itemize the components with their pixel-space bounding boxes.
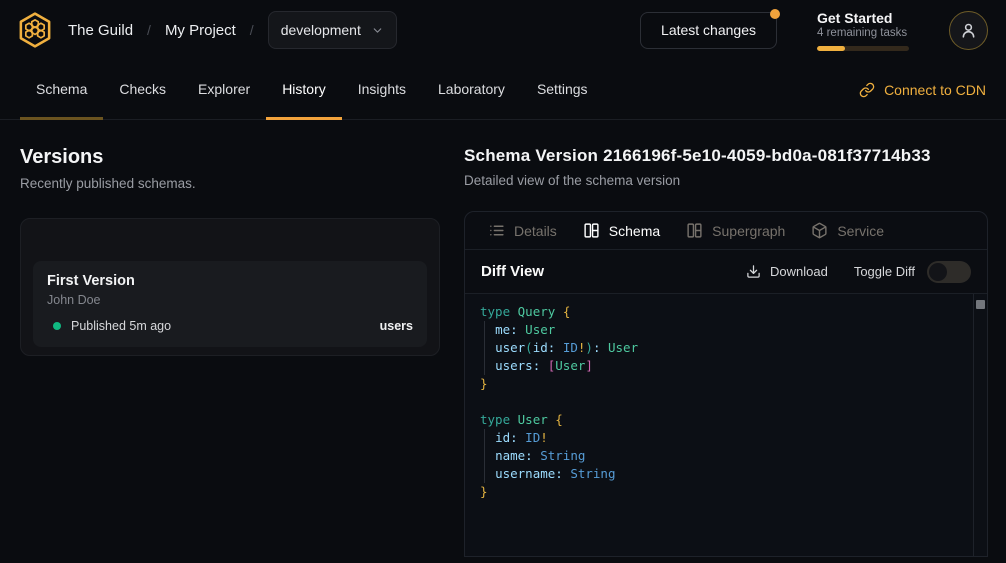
latest-changes-button[interactable]: Latest changes bbox=[640, 12, 777, 49]
tab-history[interactable]: History bbox=[266, 60, 342, 120]
breadcrumb-separator: / bbox=[250, 22, 254, 38]
tab-service[interactable]: Service bbox=[798, 212, 897, 249]
user-avatar[interactable] bbox=[949, 11, 988, 50]
download-icon bbox=[746, 264, 761, 279]
versions-list-card: First Version John Doe Published 5m ago … bbox=[20, 218, 440, 356]
tab-label: Schema bbox=[36, 81, 87, 97]
code-line: } bbox=[480, 483, 963, 501]
cube-icon bbox=[811, 222, 828, 239]
code-line: me: User bbox=[480, 321, 963, 339]
main-content: Versions Recently published schemas. Fir… bbox=[0, 120, 1006, 557]
tab-laboratory[interactable]: Laboratory bbox=[422, 60, 521, 120]
breadcrumb-separator: / bbox=[147, 22, 151, 38]
tab-label: Supergraph bbox=[712, 223, 785, 239]
get-started-progressbar bbox=[817, 46, 909, 51]
code-editor[interactable]: type Query { me: User user(id: ID!): Use… bbox=[465, 294, 987, 556]
schema-viewer-tabs: Details Schema Sup bbox=[465, 212, 987, 250]
primary-nav: Schema Checks Explorer History Insights … bbox=[0, 60, 1006, 120]
tab-label: History bbox=[282, 81, 326, 97]
versions-subtitle: Recently published schemas. bbox=[20, 176, 440, 191]
chevron-down-icon bbox=[371, 24, 384, 37]
tab-label: Settings bbox=[537, 81, 588, 97]
version-status: Published 5m ago bbox=[71, 319, 171, 333]
tab-supergraph[interactable]: Supergraph bbox=[673, 212, 798, 249]
tab-label: Service bbox=[837, 223, 884, 239]
environment-selector[interactable]: development bbox=[268, 11, 397, 49]
diff-view-title: Diff View bbox=[481, 263, 544, 280]
get-started-widget[interactable]: Get Started 4 remaining tasks bbox=[817, 10, 909, 51]
versions-title: Versions bbox=[20, 146, 440, 169]
tab-checks[interactable]: Checks bbox=[103, 60, 182, 120]
tab-schema-view[interactable]: Schema bbox=[570, 212, 673, 249]
code-line: name: String bbox=[480, 447, 963, 465]
connect-to-cdn-link[interactable]: Connect to CDN bbox=[859, 60, 986, 119]
version-detail-subtitle: Detailed view of the schema version bbox=[464, 173, 988, 188]
code-line: type User { bbox=[480, 411, 963, 429]
version-detail-title: Schema Version 2166196f-5e10-4059-bd0a-0… bbox=[464, 146, 988, 166]
breadcrumb-org[interactable]: The Guild bbox=[68, 22, 133, 39]
version-service-badge: users bbox=[380, 319, 413, 333]
tab-label: Laboratory bbox=[438, 81, 505, 97]
version-list-item[interactable]: First Version John Doe Published 5m ago … bbox=[33, 261, 427, 347]
code-line bbox=[480, 393, 963, 411]
toggle-knob bbox=[929, 263, 947, 281]
schema-sdl-code: type Query { me: User user(id: ID!): Use… bbox=[480, 303, 963, 501]
toggle-diff-switch[interactable] bbox=[927, 261, 971, 283]
code-line: id: ID! bbox=[480, 429, 963, 447]
latest-changes-label: Latest changes bbox=[661, 22, 756, 38]
download-button[interactable]: Download bbox=[746, 264, 828, 279]
hive-logo-icon[interactable] bbox=[16, 11, 54, 49]
tab-details[interactable]: Details bbox=[475, 212, 570, 249]
code-line: users: [User] bbox=[480, 357, 963, 375]
code-line: } bbox=[480, 375, 963, 393]
version-author: John Doe bbox=[47, 293, 413, 307]
tab-label: Insights bbox=[358, 81, 406, 97]
breadcrumb: The Guild / My Project / development bbox=[68, 11, 397, 49]
tab-schema[interactable]: Schema bbox=[20, 60, 103, 120]
connect-to-cdn-label: Connect to CDN bbox=[884, 82, 986, 98]
code-scrollbar-thumb[interactable] bbox=[976, 300, 985, 309]
breadcrumb-project[interactable]: My Project bbox=[165, 22, 236, 39]
link-icon bbox=[859, 82, 875, 98]
schema-viewer: Details Schema Sup bbox=[464, 211, 988, 557]
notification-dot bbox=[770, 9, 780, 19]
columns-icon bbox=[583, 222, 600, 239]
code-line: user(id: ID!): User bbox=[480, 339, 963, 357]
app-header: The Guild / My Project / development Lat… bbox=[0, 0, 1006, 60]
code-scrollbar[interactable] bbox=[973, 294, 987, 556]
columns-icon bbox=[686, 222, 703, 239]
tab-settings[interactable]: Settings bbox=[521, 60, 604, 120]
tab-explorer[interactable]: Explorer bbox=[182, 60, 266, 120]
diff-view-header: Diff View Download Toggle Diff bbox=[465, 250, 987, 294]
tab-label: Schema bbox=[609, 223, 660, 239]
get-started-subtitle: 4 remaining tasks bbox=[817, 27, 909, 39]
code-line: type Query { bbox=[480, 303, 963, 321]
tab-label: Explorer bbox=[198, 81, 250, 97]
environment-selector-value: development bbox=[281, 22, 361, 38]
version-title: First Version bbox=[47, 273, 413, 289]
download-label: Download bbox=[770, 264, 828, 279]
user-icon bbox=[959, 21, 978, 40]
get-started-progress-fill bbox=[817, 46, 845, 51]
versions-panel: Versions Recently published schemas. Fir… bbox=[20, 120, 440, 557]
code-line: username: String bbox=[480, 465, 963, 483]
tab-label: Checks bbox=[119, 81, 166, 97]
toggle-diff-label: Toggle Diff bbox=[854, 264, 915, 279]
published-status-dot bbox=[53, 322, 61, 330]
version-detail-panel: Schema Version 2166196f-5e10-4059-bd0a-0… bbox=[464, 120, 988, 557]
list-icon bbox=[488, 222, 505, 239]
tab-insights[interactable]: Insights bbox=[342, 60, 422, 120]
tab-label: Details bbox=[514, 223, 557, 239]
get-started-title: Get Started bbox=[817, 10, 909, 26]
